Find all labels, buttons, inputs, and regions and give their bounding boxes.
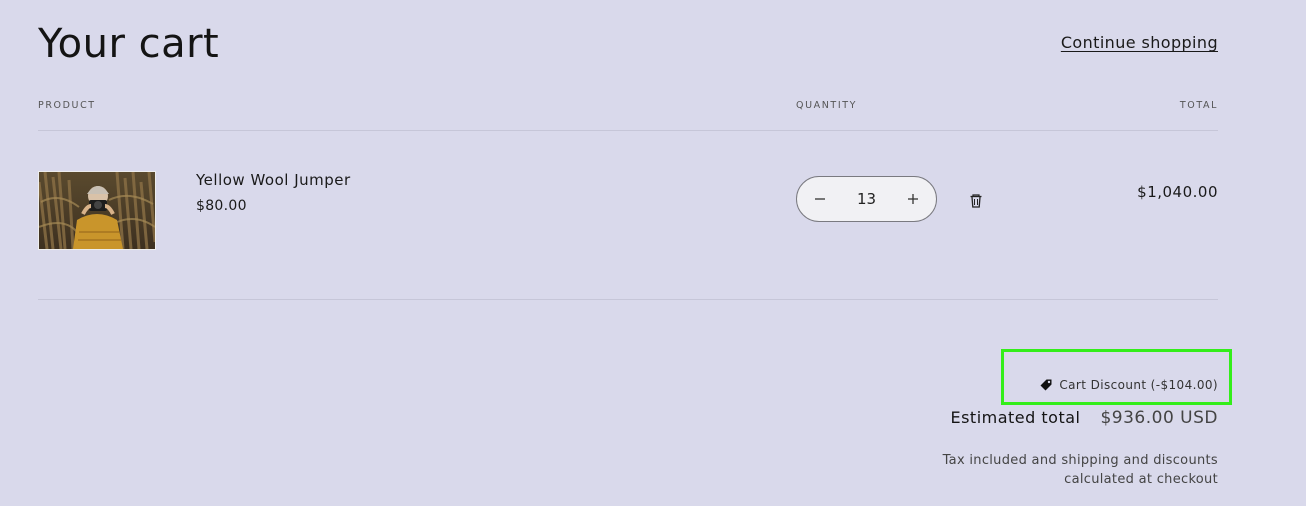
tax-note: Tax included and shipping and discounts … [898,451,1218,489]
header-divider [38,130,1218,131]
product-photo-icon [39,172,155,249]
estimated-total: Estimated total $936.00 USD [950,408,1218,428]
decrease-quantity-button[interactable] [797,177,843,221]
product-image[interactable] [38,171,156,250]
estimated-total-label: Estimated total [950,408,1081,427]
cart-discount: Cart Discount (-$104.00) [1039,378,1218,392]
estimated-total-value: $936.00 USD [1100,408,1218,428]
cart-discount-label: Cart Discount (-$104.00) [1059,378,1218,392]
column-header-total: TOTAL [1179,100,1218,111]
tag-icon [1040,379,1052,391]
minus-icon [815,198,825,200]
product-name[interactable]: Yellow Wool Jumper [196,171,351,189]
items-divider [38,299,1218,300]
tax-note-line-2: calculated at checkout [1064,472,1218,487]
quantity-stepper [796,176,937,222]
column-header-product: PRODUCT [38,100,96,111]
discount-highlight-box [1001,349,1232,405]
increase-quantity-button[interactable] [890,177,936,221]
quantity-input[interactable] [846,190,887,208]
line-total: $1,040.00 [1137,183,1218,201]
plus-icon [908,194,918,204]
tax-note-line-1: Tax included and shipping and discounts [942,453,1218,468]
remove-item-button[interactable] [968,193,984,209]
column-header-quantity: QUANTITY [796,100,858,111]
continue-shopping-link[interactable]: Continue shopping [1061,33,1218,52]
product-unit-price: $80.00 [196,198,247,214]
trash-icon [970,194,982,208]
page-title: Your cart [38,21,220,67]
